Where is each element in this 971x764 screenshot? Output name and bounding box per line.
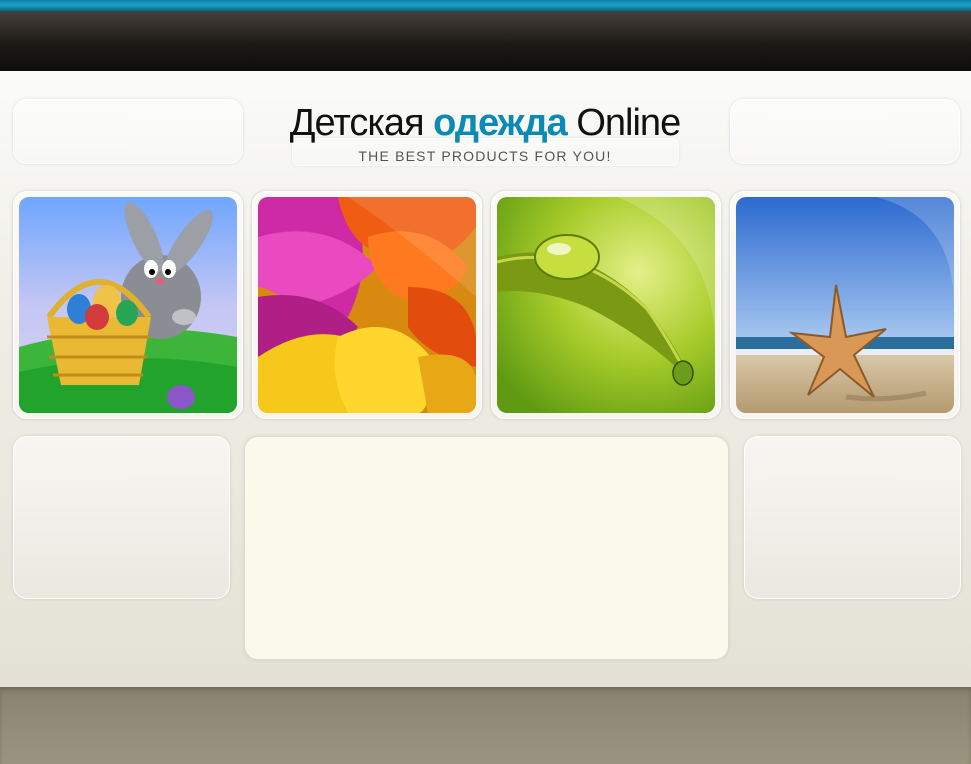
site-logo[interactable]: Детская одежда Online THE BEST PRODUCTS … [250,98,720,164]
header-left-panel [13,99,243,164]
gallery-item-leaf[interactable] [491,191,721,419]
right-sidebar-panel [744,436,961,599]
gallery-item-beach[interactable] [730,191,960,419]
logo-title: Детская одежда Online [250,98,720,148]
logo-text-accent: одежда [433,102,568,144]
flower-petals-image [258,197,476,413]
water-drop-leaf-image [497,197,715,413]
footer [0,687,971,764]
logo-text-part2: Online [566,102,681,144]
header-right-panel [730,99,960,164]
left-sidebar-panel [13,436,230,599]
top-accent-stripe [0,0,971,11]
logo-slogan: THE BEST PRODUCTS FOR YOU! [358,148,612,164]
easter-bunny-image [19,197,237,413]
starfish-beach-image [736,197,954,413]
logo-text-part1: Детская [289,102,434,144]
gallery-item-flower[interactable] [252,191,482,419]
gallery-item-easter[interactable] [13,191,243,419]
top-navigation-bar [0,11,971,71]
main-content-panel [244,436,729,660]
